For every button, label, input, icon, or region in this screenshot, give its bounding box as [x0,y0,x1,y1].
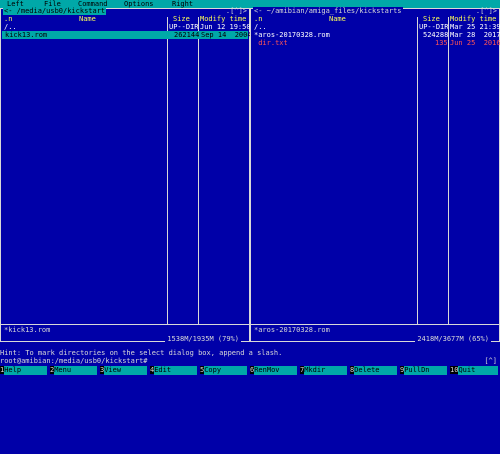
fkey-label: Mkdir [304,366,348,375]
left-header-mtime[interactable]: Modify time [200,15,246,23]
file-mtime: Jun 12 19:50 [200,23,251,31]
file-size: 262144 [174,31,200,39]
left-status-name: *kick13.rom [4,326,51,334]
fkey-label: Copy [204,366,248,375]
file-mtime: Jun 25 2016 [450,39,500,47]
f10-quit-button[interactable]: 10Quit [450,366,500,375]
f5-copy-button[interactable]: 5Copy [200,366,249,375]
fkey-label: View [104,366,148,375]
right-status-divider [251,324,499,325]
f6-renmov-button[interactable]: 6RenMov [250,366,299,375]
file-size: 135 [435,39,448,47]
right-header-size[interactable]: Size [423,15,440,23]
menu-right[interactable]: Right [172,0,193,8]
right-col-divider-2 [448,17,449,325]
file-mtime: Mar 25 21:39 [450,23,500,31]
function-key-bar: 1Help 2Menu 3View 4Edit 5Copy 6RenMov 7M… [0,366,500,375]
right-col-divider-1 [417,17,418,325]
left-panel-corner-buttons[interactable]: .[^]> [226,7,247,15]
f9-pulldn-button[interactable]: 9PullDn [400,366,449,375]
left-file-row-selected[interactable]: kick13.rom 262144 Sep 14 2004 [2,31,252,39]
fkey-label: Menu [54,366,98,375]
f2-menu-button[interactable]: 2Menu [50,366,99,375]
file-size: UP--DIR [419,23,449,31]
fkey-label: Quit [458,366,499,375]
right-free-space: 2418M/3677M (65%) [415,335,491,343]
file-name: /.. [254,23,267,31]
shell-prompt[interactable]: root@amibian:/media/usb0/kickstart# [0,357,148,365]
f3-view-button[interactable]: 3View [100,366,149,375]
left-panel[interactable]: <- /media/usb0/kickstart .[^]> .n Name S… [0,7,252,343]
file-name: /.. [4,23,17,31]
file-name: kick13.rom [5,31,48,39]
command-history-button[interactable]: [^] [484,357,497,365]
left-file-row[interactable]: /.. UP--DIR Jun 12 19:50 [1,23,251,31]
right-file-row[interactable]: *aros-20170328.rom 524288 Mar 28 2017 [251,31,500,39]
file-mtime: Mar 28 2017 [450,31,500,39]
left-status-divider [1,324,249,325]
hint-line: Hint: To mark directories on the select … [0,349,283,357]
right-panel-corner-buttons[interactable]: .[^]> [476,7,497,15]
left-col-divider-1 [167,17,168,325]
file-size: 524288 [423,31,449,39]
right-header-mtime[interactable]: Modify time [450,15,496,23]
fkey-number: 10 [450,366,459,374]
f4-edit-button[interactable]: 4Edit [150,366,199,375]
file-name: *aros-20170328.rom [254,31,330,39]
file-size: UP--DIR [169,23,199,31]
right-file-row[interactable]: dir.txt 135 Jun 25 2016 [251,39,500,47]
left-col-divider-2 [198,17,199,325]
right-file-row[interactable]: /.. UP--DIR Mar 25 21:39 [251,23,500,31]
fkey-label: Delete [354,366,398,375]
fkey-label: Edit [154,366,198,375]
menu-options[interactable]: Options [124,0,154,8]
left-header-n[interactable]: .n [4,15,12,23]
file-name: dir.txt [254,39,288,47]
fkey-label: RenMov [254,366,298,375]
right-header-n[interactable]: .n [254,15,262,23]
f8-delete-button[interactable]: 8Delete [350,366,399,375]
right-header-name[interactable]: Name [329,15,346,23]
fkey-label: PullDn [404,366,448,375]
file-mtime: Sep 14 2004 [201,31,252,39]
f1-help-button[interactable]: 1Help [0,366,49,375]
left-path-bar[interactable]: <- /media/usb0/kickstart [3,7,107,15]
left-header-size[interactable]: Size [173,15,190,23]
right-status-name: *aros-20170328.rom [254,326,330,334]
right-path-bar[interactable]: <- ~/amibian/amiga_files/kickstarts [253,7,403,15]
left-header-name[interactable]: Name [79,15,96,23]
f7-mkdir-button[interactable]: 7Mkdir [300,366,349,375]
fkey-label: Help [4,366,48,375]
left-free-space: 1538M/1935M (79%) [165,335,241,343]
right-panel[interactable]: <- ~/amibian/amiga_files/kickstarts .[^]… [250,7,500,343]
